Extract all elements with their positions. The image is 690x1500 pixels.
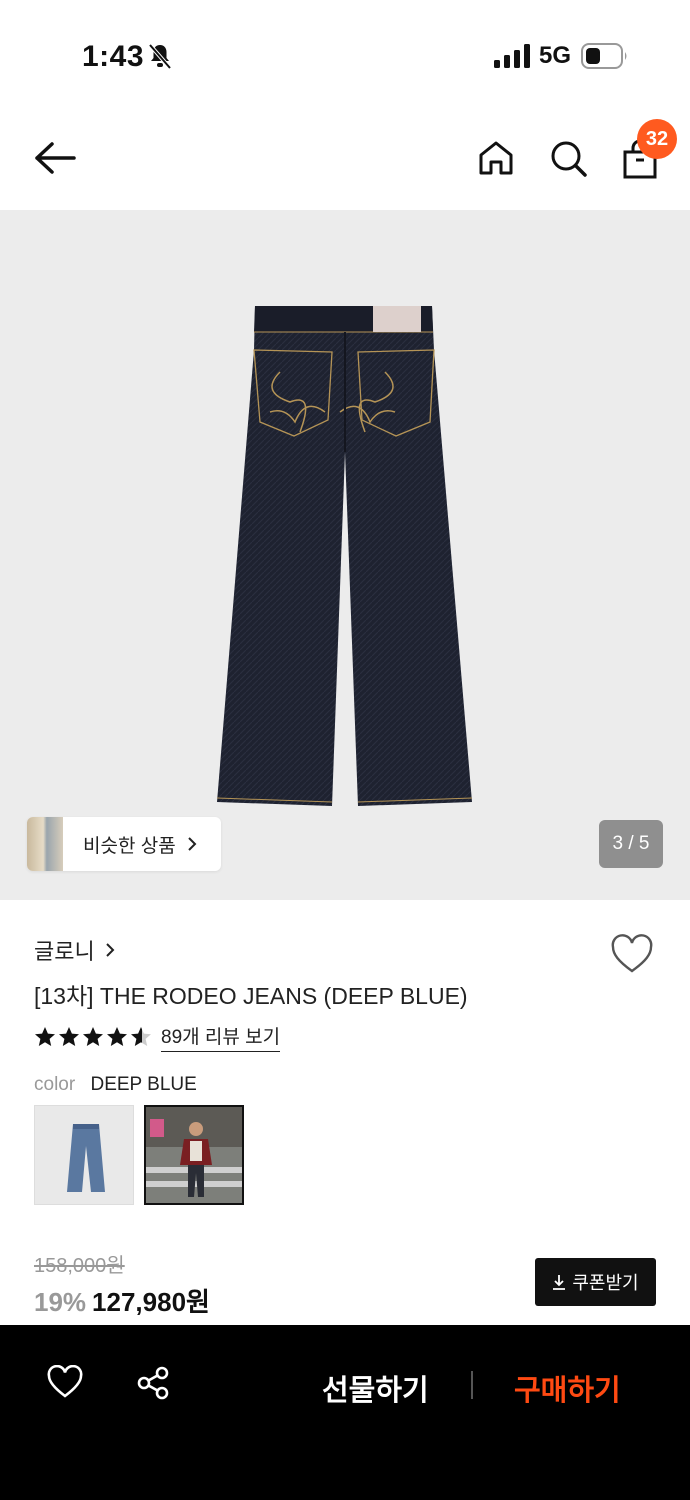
model-photo-thumbnail [146, 1107, 242, 1203]
star-half-icon [131, 1027, 151, 1046]
review-link[interactable]: 89개 리뷰 보기 [161, 1022, 281, 1052]
brand-link[interactable]: 글로니 [34, 934, 115, 966]
product-jeans-image [216, 306, 473, 806]
color-label: color [34, 1074, 76, 1095]
star-rating [34, 1026, 152, 1048]
get-coupon-button[interactable]: 쿠폰받기 [535, 1258, 656, 1306]
color-row: color DEEP BLUE [34, 1074, 197, 1096]
back-arrow-icon[interactable] [32, 138, 78, 178]
product-image-gallery[interactable]: 비슷한 상품 3 / 5 [0, 210, 690, 900]
price-row: 19% 127,980원 [34, 1282, 210, 1319]
star-full-icon [107, 1027, 127, 1046]
discount-rate: 19% [34, 1287, 87, 1317]
product-title: [13차] THE RODEO JEANS (DEEP BLUE) [34, 983, 468, 1009]
rating-row: 89개 리뷰 보기 [34, 1022, 281, 1052]
similar-products-thumbnail [27, 817, 63, 871]
share-icon[interactable] [135, 1365, 171, 1401]
battery-icon [581, 43, 627, 69]
signal-icon [494, 44, 530, 68]
chevron-right-icon [187, 837, 197, 851]
bottom-action-bar: 선물하기 구매하기 [0, 1325, 690, 1500]
color-swatch-model[interactable] [144, 1105, 244, 1205]
search-icon[interactable] [548, 138, 588, 178]
status-bar: 1:43 5G [0, 0, 690, 110]
download-icon [553, 1275, 566, 1290]
home-icon[interactable] [476, 138, 516, 178]
buy-button[interactable]: 구매하기 [514, 1367, 621, 1409]
brand-name: 글로니 [34, 939, 95, 964]
star-full-icon [59, 1027, 79, 1046]
similar-products-button[interactable]: 비슷한 상품 [27, 817, 221, 871]
color-swatch-product[interactable] [34, 1105, 134, 1205]
divider [471, 1371, 473, 1399]
star-full-icon [35, 1027, 55, 1046]
heart-icon[interactable] [46, 1365, 84, 1399]
original-price: 158,000원 [34, 1255, 125, 1277]
jeans-thumbnail [67, 1124, 105, 1192]
image-page-indicator: 3 / 5 [599, 820, 663, 868]
cart-count-badge: 32 [637, 119, 677, 159]
coupon-label: 쿠폰받기 [572, 1273, 639, 1293]
gift-button[interactable]: 선물하기 [322, 1367, 429, 1409]
bell-slash-icon [148, 43, 172, 70]
chevron-right-icon [106, 943, 115, 957]
color-value: DEEP BLUE [90, 1074, 197, 1095]
sale-price: 127,980원 [92, 1287, 210, 1317]
heart-icon[interactable] [610, 934, 654, 974]
star-full-icon [83, 1027, 103, 1046]
status-time: 1:43 [82, 40, 145, 73]
top-nav: 32 [0, 110, 690, 210]
similar-products-label: 비슷한 상품 [83, 835, 176, 857]
network-type: 5G [539, 42, 572, 69]
